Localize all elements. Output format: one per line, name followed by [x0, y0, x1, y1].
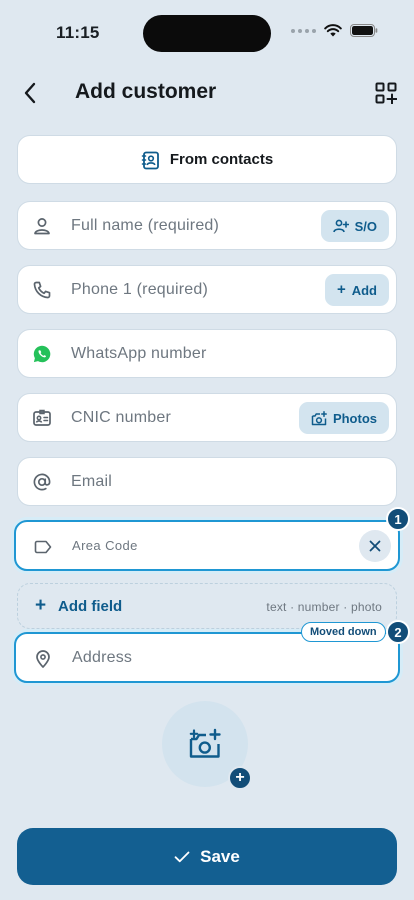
- header: Add customer: [0, 70, 414, 116]
- location-pin-icon: [32, 648, 54, 670]
- person-icon: [31, 215, 53, 237]
- at-icon: [31, 471, 53, 493]
- add-phone-label: Add: [351, 282, 377, 298]
- son-of-button[interactable]: S/O: [320, 210, 389, 242]
- status-icons: [291, 24, 378, 37]
- add-photo-icon: [311, 410, 327, 425]
- page-title: Add customer: [75, 80, 217, 103]
- full-name-field[interactable]: Full name (required) S/O: [17, 201, 397, 250]
- phone-icon: [31, 279, 53, 301]
- qr-add-icon: [375, 82, 397, 104]
- id-card-icon: [31, 407, 53, 429]
- add-field-types-hint: text · number · photo: [266, 600, 382, 614]
- moved-down-tag: Moved down: [301, 622, 386, 642]
- plus-icon: +: [35, 595, 47, 616]
- close-icon: [369, 540, 381, 552]
- cellular-signal-icon: [291, 28, 316, 33]
- cnic-photos-button[interactable]: Photos: [298, 402, 389, 434]
- cnic-placeholder: CNIC number: [71, 408, 172, 426]
- step-badge-2: 2: [386, 620, 410, 644]
- add-photo-plus-button[interactable]: +: [228, 766, 252, 790]
- step-badge-1: 1: [386, 507, 410, 531]
- tag-icon: [32, 536, 54, 558]
- back-button[interactable]: [16, 78, 44, 108]
- check-icon: [174, 851, 190, 862]
- from-contacts-label: From contacts: [169, 151, 274, 168]
- area-code-field[interactable]: Area Code: [14, 520, 400, 571]
- phone-placeholder: Phone 1 (required): [71, 280, 209, 298]
- from-contacts-button[interactable]: From contacts: [17, 135, 397, 184]
- plus-icon: +: [235, 769, 245, 786]
- cnic-field[interactable]: CNIC number Photos: [17, 393, 397, 442]
- status-bar: 11:15: [0, 0, 414, 70]
- add-phone-button[interactable]: + Add: [324, 274, 389, 306]
- save-label: Save: [200, 846, 240, 866]
- add-person-icon: [332, 219, 349, 233]
- chevron-left-icon: [24, 82, 36, 104]
- whatsapp-field[interactable]: WhatsApp number: [17, 329, 397, 378]
- email-field[interactable]: Email: [17, 457, 397, 506]
- wifi-icon: [324, 24, 342, 37]
- son-of-label: S/O: [354, 218, 377, 234]
- qr-add-button[interactable]: [372, 79, 400, 107]
- cnic-photos-label: Photos: [332, 410, 377, 426]
- whatsapp-placeholder: WhatsApp number: [71, 344, 207, 362]
- phone-field[interactable]: Phone 1 (required) + Add: [17, 265, 397, 314]
- battery-icon: [350, 24, 378, 37]
- remove-field-button[interactable]: [359, 530, 391, 562]
- plus-icon: +: [336, 281, 346, 298]
- contact-book-icon: [141, 151, 159, 169]
- save-button[interactable]: Save: [17, 828, 397, 885]
- dynamic-island: [143, 15, 271, 52]
- add-photo-icon: [189, 728, 221, 758]
- add-field-label: Add field: [58, 598, 123, 615]
- email-placeholder: Email: [71, 472, 113, 490]
- full-name-placeholder: Full name (required): [71, 216, 220, 234]
- address-placeholder: Address: [72, 648, 133, 666]
- area-code-placeholder: Area Code: [72, 538, 138, 553]
- whatsapp-icon: [31, 343, 53, 365]
- status-time: 11:15: [56, 23, 100, 42]
